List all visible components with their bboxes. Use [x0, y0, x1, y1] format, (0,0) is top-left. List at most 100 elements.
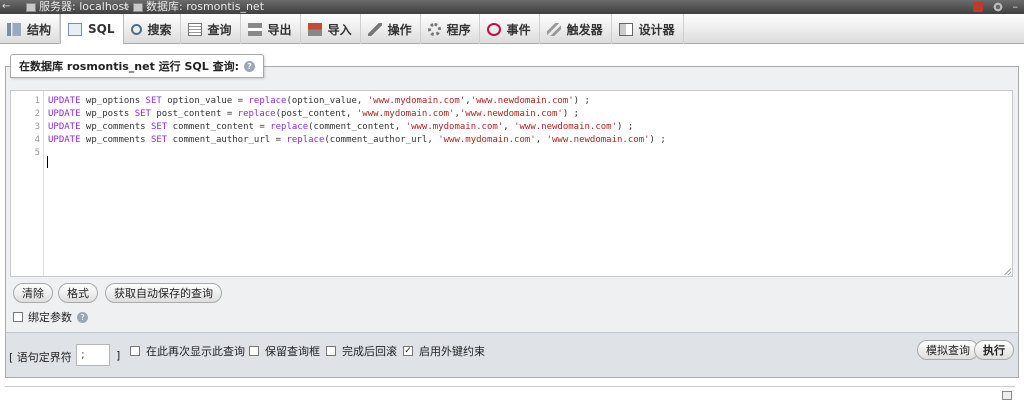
delimiter-label: [ 语句定界符 — [9, 351, 72, 364]
tab-label: 设计器 — [638, 22, 675, 37]
logout-icon[interactable] — [972, 2, 983, 12]
rollback-checkbox[interactable] — [326, 346, 336, 356]
option-label[interactable]: 保留查询框 — [265, 343, 320, 359]
sql-icon — [68, 22, 83, 36]
hide-navigation-button[interactable]: ← — [2, 0, 10, 14]
show-query-again-checkbox[interactable] — [130, 346, 140, 356]
breadcrumb-server[interactable]: 服务器: localhost — [26, 0, 129, 14]
line-number: 1 — [34, 96, 40, 106]
delimiter-bracket: ] — [116, 349, 121, 362]
help-icon[interactable]: ? — [244, 60, 256, 72]
bind-parameters-label[interactable]: 绑定参数 — [28, 309, 72, 325]
line-number: 4 — [34, 135, 40, 145]
tab-bar: 结构 SQL 搜索 查询 导出 导入 操作 程序 事件 触发器 设计器 — [0, 14, 1024, 44]
tab-structure[interactable]: 结构 — [0, 14, 61, 44]
code-line[interactable]: UPDATE wp_comments SET comment_content =… — [48, 121, 633, 133]
tab-label: 触发器 — [566, 22, 603, 37]
console-icon[interactable] — [1002, 391, 1012, 400]
sql-string: 'www.newdomain.com' — [546, 135, 650, 145]
tab-query[interactable]: 查询 — [181, 14, 241, 44]
option-label[interactable]: 在此再次显示此查询 — [146, 343, 245, 359]
tab-label: 查询 — [207, 22, 232, 37]
sql-string: 'www.mydomain.com' — [438, 135, 536, 145]
tab-sql[interactable]: SQL — [60, 14, 124, 44]
delimiter-input[interactable]: ; — [76, 344, 110, 366]
go-button[interactable]: 执行 — [974, 340, 1014, 360]
sql-keyword: SET — [145, 96, 162, 106]
option-label[interactable]: 完成后回滚 — [342, 343, 397, 359]
breadcrumb-server-label[interactable]: 服务器: localhost — [39, 0, 129, 14]
tab-operations[interactable]: 操作 — [361, 14, 421, 44]
tab-import[interactable]: 导入 — [301, 14, 361, 44]
breadcrumb-separator: » — [123, 0, 130, 13]
sql-keyword: SET — [134, 109, 151, 119]
sql-string: 'www.newdomain.com' — [459, 109, 563, 119]
option-label[interactable]: 启用外键约束 — [419, 343, 485, 359]
sql-keyword: replace — [248, 96, 287, 106]
sql-keyword: UPDATE — [48, 109, 81, 119]
tab-label: 操作 — [387, 22, 412, 37]
sql-string: 'www.mydomain.com' — [367, 96, 466, 106]
sql-string: 'www.mydomain.com' — [405, 122, 504, 132]
structure-icon — [7, 22, 21, 36]
sql-keyword: replace — [237, 109, 276, 119]
tab-label: 事件 — [506, 22, 531, 37]
option-rollback[interactable]: 完成后回滚 — [326, 343, 397, 359]
code-line[interactable]: UPDATE wp_options SET option_value = rep… — [48, 95, 590, 107]
triggers-icon — [546, 22, 561, 36]
sql-keyword: UPDATE — [48, 135, 81, 145]
sql-keyword: replace — [270, 122, 309, 132]
sql-string: 'www.newdomain.com' — [470, 96, 574, 106]
database-icon — [133, 2, 143, 12]
line-number: 2 — [34, 109, 40, 119]
tab-events[interactable]: 事件 — [480, 14, 540, 44]
query-options-bar: [ 语句定界符 ; ] 在此再次显示此查询 保留查询框 完成后回滚 ✓ 启用外键… — [5, 332, 1019, 378]
breadcrumb: ← 服务器: localhost » 数据库: rosmontis_net – — [0, 0, 1024, 14]
help-icon[interactable]: ? — [77, 311, 88, 323]
collapse-icon[interactable]: – — [1013, 0, 1019, 14]
sql-keyword: UPDATE — [48, 96, 81, 106]
tab-label: 程序 — [446, 22, 471, 37]
gear-icon[interactable] — [992, 2, 1003, 12]
format-button[interactable]: 格式 — [58, 283, 98, 303]
tab-triggers[interactable]: 触发器 — [540, 14, 612, 44]
sql-editor[interactable]: 1 2 3 4 5 UPDATE wp_options SET option_v… — [10, 90, 1013, 277]
code-line[interactable]: UPDATE wp_comments SET comment_author_ur… — [48, 134, 666, 146]
tab-routines[interactable]: 程序 — [421, 14, 480, 44]
divider — [5, 386, 1015, 387]
import-icon — [307, 22, 322, 36]
clear-button[interactable]: 清除 — [13, 283, 53, 303]
tab-search[interactable]: 搜索 — [124, 14, 181, 44]
bind-parameters-checkbox[interactable] — [13, 312, 23, 322]
tab-label: SQL — [88, 22, 115, 36]
tab-export[interactable]: 导出 — [241, 14, 301, 44]
search-icon — [130, 23, 142, 35]
tab-label: 导入 — [327, 22, 352, 37]
code-line[interactable]: UPDATE wp_posts SET post_content = repla… — [48, 108, 579, 120]
routines-icon — [427, 22, 441, 36]
resize-handle[interactable] — [1004, 268, 1011, 275]
sql-query-legend-label: 在数据库 rosmontis_net 运行 SQL 查询: — [19, 60, 240, 73]
option-foreign-key-checks[interactable]: ✓ 启用外键约束 — [403, 343, 485, 359]
get-autosaved-query-button[interactable]: 获取自动保存的查询 — [105, 283, 222, 303]
breadcrumb-database-label[interactable]: 数据库: rosmontis_net — [146, 0, 264, 14]
top-right-controls: – — [972, 0, 1019, 14]
line-number: 5 — [34, 148, 40, 158]
breadcrumb-database[interactable]: 数据库: rosmontis_net — [133, 0, 264, 14]
sql-string: 'www.mydomain.com' — [356, 109, 455, 119]
text-cursor — [47, 156, 48, 168]
server-icon — [26, 2, 36, 12]
simulate-query-button[interactable]: 模拟查询 — [917, 340, 979, 360]
sql-query-legend: 在数据库 rosmontis_net 运行 SQL 查询: ? — [10, 54, 265, 78]
query-icon — [187, 22, 202, 36]
option-show-query-again[interactable]: 在此再次显示此查询 — [130, 343, 245, 359]
tab-label: 搜索 — [147, 22, 172, 37]
sql-keyword: replace — [286, 135, 325, 145]
option-retain-query-box[interactable]: 保留查询框 — [249, 343, 320, 359]
retain-query-box-checkbox[interactable] — [249, 346, 259, 356]
tab-designer[interactable]: 设计器 — [612, 14, 684, 44]
line-number: 3 — [34, 122, 40, 132]
foreign-key-checks-checkbox[interactable]: ✓ — [403, 346, 413, 356]
tab-label: 导出 — [267, 22, 292, 37]
line-number-gutter: 1 2 3 4 5 — [11, 91, 44, 276]
